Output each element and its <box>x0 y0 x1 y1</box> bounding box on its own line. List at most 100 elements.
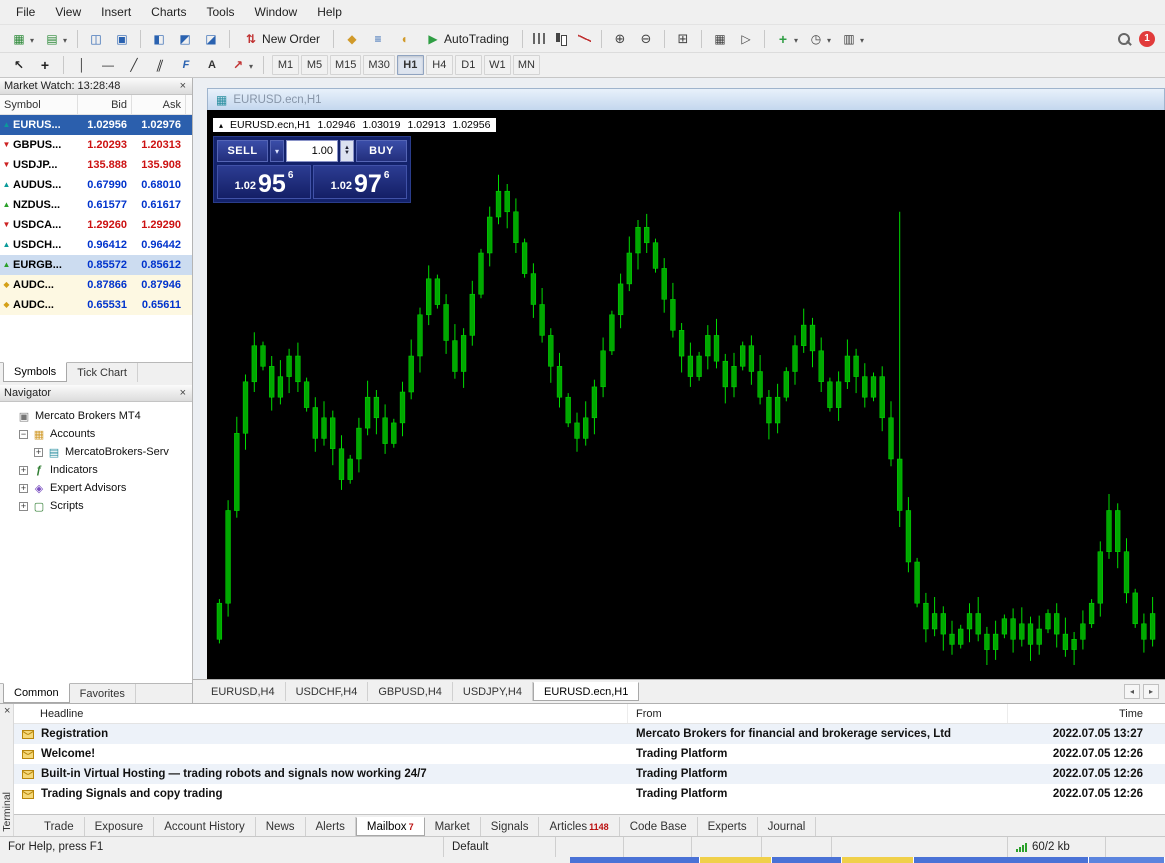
menu-tools[interactable]: Tools <box>197 2 245 22</box>
terminal-tab-trade[interactable]: Trade <box>34 817 85 836</box>
arrows-button[interactable] <box>226 55 257 75</box>
market-watch-row[interactable]: EURGB...0.855720.85612 <box>0 255 192 275</box>
terminal-tab-news[interactable]: News <box>256 817 306 836</box>
market-watch-row[interactable]: AUDC...0.878660.87946 <box>0 275 192 295</box>
vertical-line-button[interactable] <box>70 55 94 75</box>
horizontal-line-button[interactable] <box>96 55 120 75</box>
search-icon[interactable] <box>1117 32 1131 46</box>
chart-canvas[interactable]: EURUSD.ecn,H1 1.02946 1.03019 1.02913 1.… <box>207 110 1165 679</box>
market-watch-row[interactable]: AUDC...0.655310.65611 <box>0 295 192 315</box>
sound-button[interactable] <box>392 29 416 49</box>
timeframe-d1[interactable]: D1 <box>455 55 482 75</box>
tree-item-scripts[interactable]: Scripts <box>0 497 192 515</box>
tab-favorites[interactable]: Favorites <box>70 684 136 703</box>
tree-minus-icon[interactable] <box>19 430 28 439</box>
column-bid[interactable]: Bid <box>78 95 132 114</box>
timeframe-m30[interactable]: M30 <box>363 55 394 75</box>
chart-tab-eurusd-ecn-h1[interactable]: EURUSD.ecn,H1 <box>533 682 639 701</box>
market-watch-column-headers[interactable]: Symbol Bid Ask <box>0 95 192 115</box>
tree-plus-icon[interactable] <box>19 484 28 493</box>
terminal-tab-signals[interactable]: Signals <box>481 817 540 836</box>
market-watch-row[interactable]: EURUS...1.029561.02976 <box>0 115 192 135</box>
mail-row[interactable]: RegistrationMercato Brokers for financia… <box>14 724 1165 744</box>
tab-symbols[interactable]: Symbols <box>3 362 67 382</box>
mail-row[interactable]: Trading Signals and copy tradingTrading … <box>14 784 1165 804</box>
timeframe-h4[interactable]: H4 <box>426 55 453 75</box>
sell-price-display[interactable]: 1.02 95 6 <box>217 165 311 199</box>
tabs-scroll-left-icon[interactable] <box>1124 684 1140 699</box>
close-icon[interactable] <box>178 388 188 399</box>
chart-candles-button[interactable] <box>551 29 572 48</box>
menu-help[interactable]: Help <box>307 2 352 22</box>
column-headline[interactable]: Headline <box>14 704 628 723</box>
dropdown-caret-icon[interactable] <box>249 58 253 72</box>
tree-item-mercato-brokers-mt4[interactable]: Mercato Brokers MT4 <box>0 407 192 425</box>
buy-price-display[interactable]: 1.02 97 6 <box>313 165 407 199</box>
terminal-tab-alerts[interactable]: Alerts <box>306 817 356 836</box>
market-watch-row[interactable]: NZDUS...0.615770.61617 <box>0 195 192 215</box>
dropdown-caret-icon[interactable] <box>860 32 864 46</box>
chart-window-titlebar[interactable]: EURUSD.ecn,H1 <box>207 88 1165 110</box>
autotrading-button[interactable]: AutoTrading <box>418 29 516 49</box>
sell-button[interactable]: SELL <box>217 140 268 162</box>
column-from[interactable]: From <box>628 704 1008 723</box>
templates-button[interactable] <box>837 29 868 49</box>
chart-tab-usdchf-h4[interactable]: USDCHF,H4 <box>286 682 369 701</box>
terminal-tab-market[interactable]: Market <box>425 817 481 836</box>
profiles-button[interactable] <box>40 29 71 49</box>
indicators-add-button[interactable] <box>771 29 802 49</box>
cursor-button[interactable] <box>7 55 31 75</box>
dropdown-caret-icon[interactable] <box>827 32 831 46</box>
sell-options-caret-icon[interactable] <box>270 140 284 162</box>
chart-line-button[interactable] <box>574 30 595 47</box>
tree-item-indicators[interactable]: Indicators <box>0 461 192 479</box>
chart-shift-button[interactable] <box>734 29 758 49</box>
chart-tab-eurusd-h4[interactable]: EURUSD,H4 <box>201 682 286 701</box>
menu-view[interactable]: View <box>45 2 91 22</box>
notification-badge[interactable]: 1 <box>1139 31 1155 47</box>
volume-input[interactable]: 1.00 <box>286 140 338 162</box>
mail-row[interactable]: Built-in Virtual Hosting — trading robot… <box>14 764 1165 784</box>
menu-insert[interactable]: Insert <box>91 2 141 22</box>
fibonacci-button[interactable] <box>174 55 198 75</box>
terminal-tab-account-history[interactable]: Account History <box>154 817 256 836</box>
tree-plus-icon[interactable] <box>19 466 28 475</box>
timeframe-m15[interactable]: M15 <box>330 55 361 75</box>
market-watch-row[interactable]: AUDUS...0.679900.68010 <box>0 175 192 195</box>
navigator-button[interactable] <box>147 29 171 49</box>
timeframe-m5[interactable]: M5 <box>301 55 328 75</box>
terminal-tab-exposure[interactable]: Exposure <box>85 817 155 836</box>
timeframe-h1[interactable]: H1 <box>397 55 424 75</box>
dropdown-caret-icon[interactable] <box>63 32 67 46</box>
data-window-button[interactable] <box>110 29 134 49</box>
trendline-button[interactable] <box>122 55 146 75</box>
terminal-tab-code-base[interactable]: Code Base <box>620 817 698 836</box>
terminal-tab-experts[interactable]: Experts <box>698 817 758 836</box>
buy-button[interactable]: BUY <box>356 140 407 162</box>
market-watch-button[interactable] <box>84 29 108 49</box>
close-icon[interactable] <box>2 706 12 717</box>
tree-item-mercatobrokers-serv[interactable]: MercatoBrokers-Serv <box>0 443 192 461</box>
tree-plus-icon[interactable] <box>34 448 43 457</box>
timeframe-m1[interactable]: M1 <box>272 55 299 75</box>
tabs-scroll-right-icon[interactable] <box>1143 684 1159 699</box>
menu-file[interactable]: File <box>6 2 45 22</box>
dropdown-caret-icon[interactable] <box>30 32 34 46</box>
terminal-button[interactable] <box>173 29 197 49</box>
zoom-in-button[interactable] <box>608 29 632 49</box>
terminal-tab-journal[interactable]: Journal <box>758 817 817 836</box>
periods-button[interactable] <box>804 29 835 49</box>
volume-spinner[interactable] <box>340 140 354 162</box>
tab-common[interactable]: Common <box>3 683 70 703</box>
new-order-button[interactable]: New Order <box>236 29 327 49</box>
column-symbol[interactable]: Symbol <box>0 95 78 114</box>
tree-item-accounts[interactable]: Accounts <box>0 425 192 443</box>
menu-window[interactable]: Window <box>245 2 308 22</box>
market-watch-row[interactable]: USDJP...135.888135.908 <box>0 155 192 175</box>
terminal-tab-articles[interactable]: Articles1148 <box>539 817 619 836</box>
new-chart-button[interactable] <box>7 29 38 49</box>
chart-tab-usdjpy-h4[interactable]: USDJPY,H4 <box>453 682 533 701</box>
tab-tick-chart[interactable]: Tick Chart <box>67 363 138 382</box>
market-watch-row[interactable]: USDCH...0.964120.96442 <box>0 235 192 255</box>
tree-item-expert-advisors[interactable]: Expert Advisors <box>0 479 192 497</box>
